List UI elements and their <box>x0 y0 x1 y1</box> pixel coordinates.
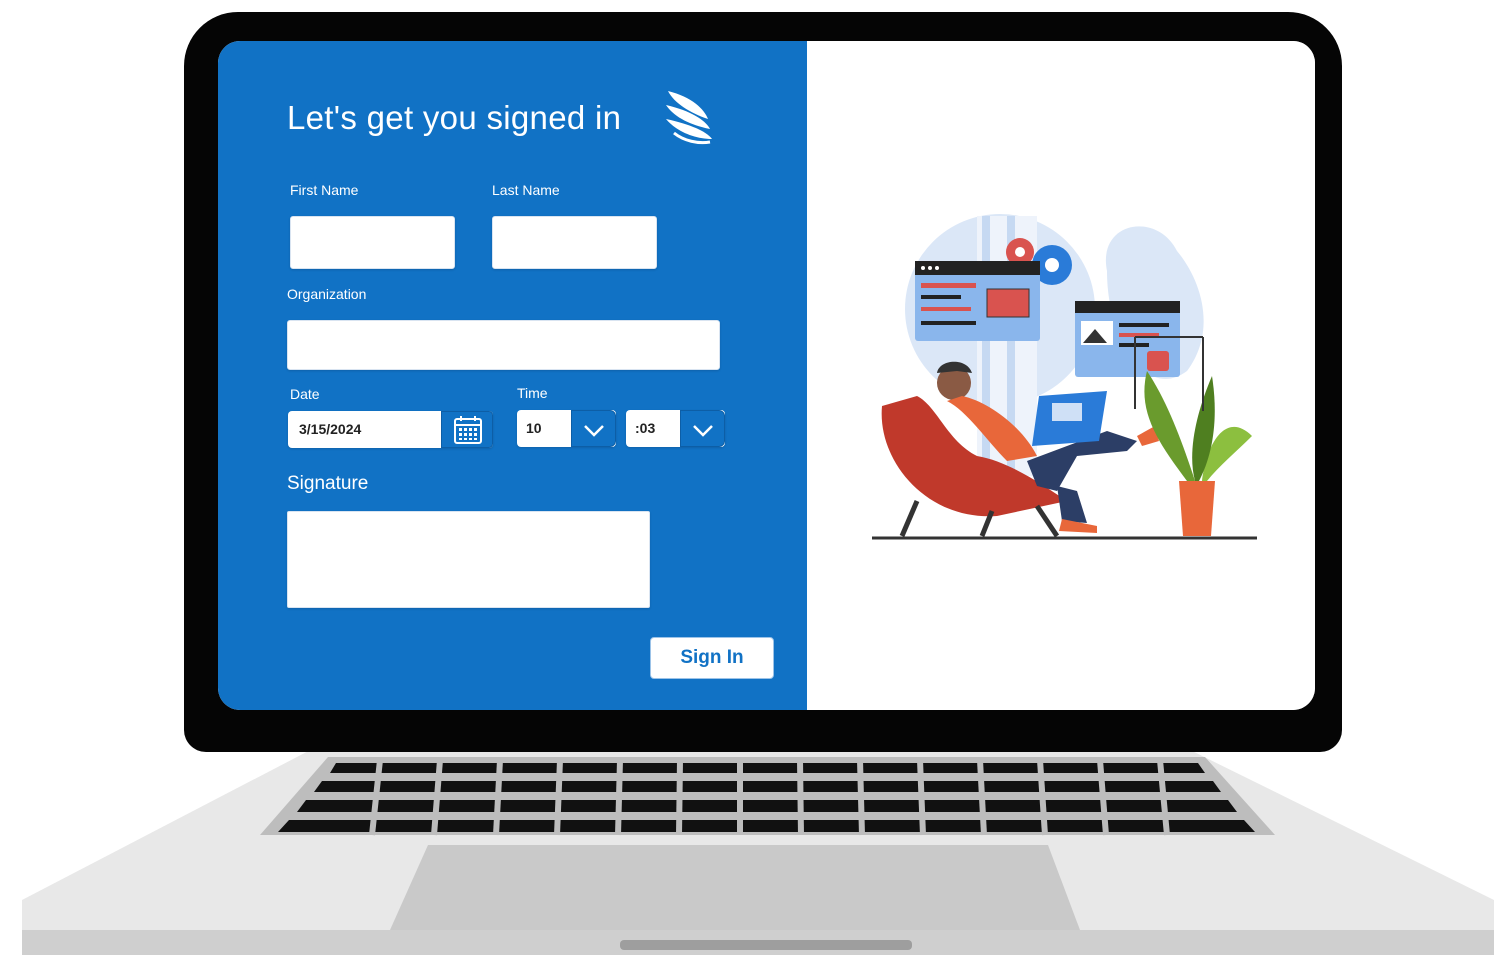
sign-in-button[interactable]: Sign In <box>650 637 774 679</box>
calendar-button[interactable] <box>441 411 493 448</box>
date-picker[interactable]: 3/15/2024 <box>288 411 493 448</box>
laptop-screen: Let's get you signed in First Name Last … <box>218 41 1315 710</box>
signature-pad[interactable] <box>287 511 650 608</box>
last-name-label: Last Name <box>492 182 560 198</box>
chevron-down-icon <box>693 425 713 437</box>
first-name-field[interactable] <box>290 216 455 269</box>
illustration-panel <box>807 41 1315 710</box>
hour-value: 10 <box>526 420 542 436</box>
date-label: Date <box>290 386 320 402</box>
hour-select[interactable]: 10 <box>517 410 616 447</box>
minute-value: :03 <box>635 420 656 436</box>
organization-field[interactable] <box>287 320 720 370</box>
trackpad <box>390 845 1080 930</box>
signature-label: Signature <box>287 473 369 494</box>
calendar-icon <box>454 416 482 444</box>
person-working-illustration <box>872 214 1257 540</box>
wing-logo-icon <box>666 91 712 145</box>
minute-dropdown-button[interactable] <box>680 410 725 447</box>
chevron-down-icon <box>584 425 604 437</box>
page-title: Let's get you signed in <box>287 99 622 136</box>
date-value: 3/15/2024 <box>299 421 362 437</box>
organization-label: Organization <box>287 286 367 302</box>
signin-panel: Let's get you signed in First Name Last … <box>218 41 807 710</box>
hour-dropdown-button[interactable] <box>571 410 616 447</box>
first-name-label: First Name <box>290 182 359 198</box>
time-label: Time <box>517 385 548 401</box>
last-name-field[interactable] <box>492 216 657 269</box>
minute-select[interactable]: :03 <box>626 410 725 447</box>
